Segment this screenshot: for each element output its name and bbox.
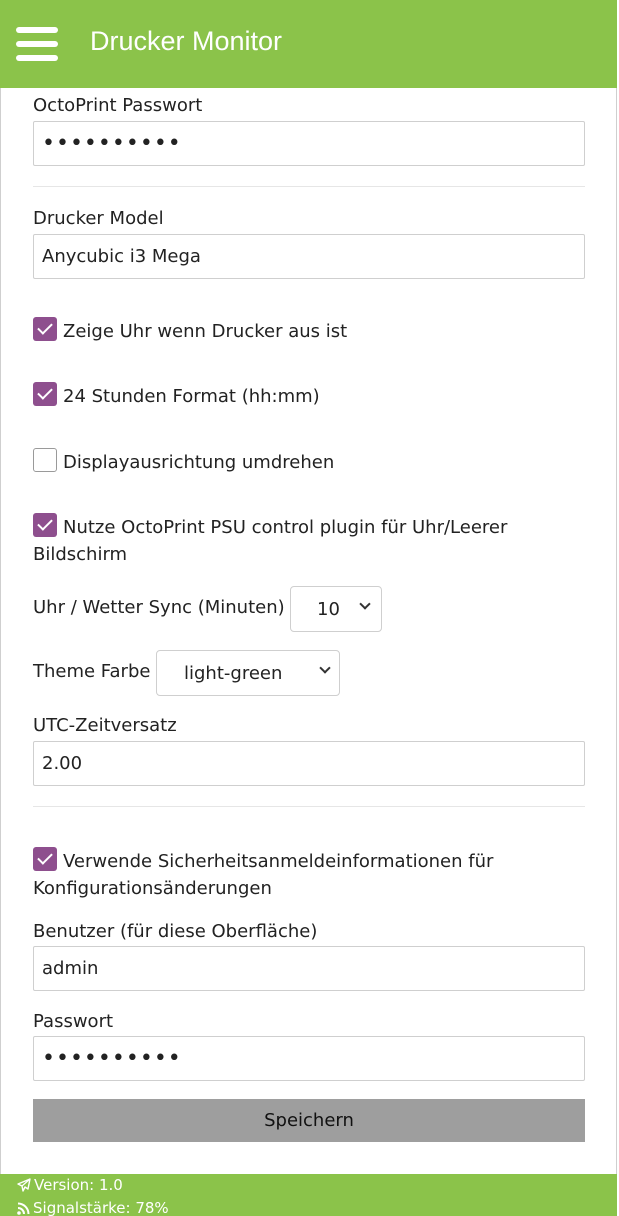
octoprint-password-label: OctoPrint Passwort [33, 95, 203, 116]
flip-display-option[interactable]: Displayausrichtung umdrehen [33, 448, 585, 476]
version-line: Version: 1.0 [17, 1176, 123, 1194]
format-24h-checkbox[interactable] [33, 382, 57, 406]
utc-offset-field[interactable] [33, 741, 585, 786]
security-option[interactable]: Verwende Sicherheitsanmeldeinformationen… [33, 847, 585, 902]
show-clock-option[interactable]: Zeige Uhr wenn Drucker aus ist [33, 317, 585, 345]
security-label: Verwende Sicherheitsanmeldeinformationen… [33, 851, 494, 899]
octoprint-password-field[interactable] [33, 121, 585, 166]
sync-select[interactable]: 10 [290, 586, 382, 632]
user-field[interactable] [33, 946, 585, 991]
user-label: Benutzer (für diese Oberfläche) [33, 921, 318, 942]
password-field[interactable] [33, 1036, 585, 1081]
footer: Version: 1.0 Signalstärke: 78% [0, 1174, 617, 1216]
security-checkbox[interactable] [33, 847, 57, 871]
rss-signal-icon [17, 1199, 33, 1216]
sync-value: 10 [317, 599, 340, 620]
theme-value: light-green [184, 663, 283, 684]
psu-plugin-checkbox[interactable] [33, 513, 57, 537]
divider [33, 806, 585, 807]
chevron-down-icon [359, 598, 371, 610]
format-24h-label: 24 Stunden Format (hh:mm) [63, 386, 320, 407]
signal-line: Signalstärke: 78% [17, 1199, 169, 1216]
show-clock-label: Zeige Uhr wenn Drucker aus ist [63, 321, 348, 342]
format-24h-option[interactable]: 24 Stunden Format (hh:mm) [33, 382, 585, 410]
chevron-down-icon [319, 662, 331, 674]
version-text: Version: 1.0 [34, 1176, 123, 1194]
theme-select[interactable]: light-green [156, 650, 340, 696]
hamburger-menu-icon[interactable] [16, 27, 58, 61]
page-title: Drucker Monitor [90, 26, 283, 56]
flip-display-checkbox[interactable] [33, 448, 57, 472]
divider [33, 186, 585, 187]
app-header: Drucker Monitor [0, 0, 617, 88]
printer-model-field[interactable] [33, 234, 585, 279]
printer-model-label: Drucker Model [33, 208, 164, 229]
password-label: Passwort [33, 1011, 114, 1032]
flip-display-label: Displayausrichtung umdrehen [63, 452, 335, 473]
signal-text: Signalstärke: 78% [33, 1199, 169, 1216]
theme-label: Theme Farbe [33, 661, 151, 682]
sync-label: Uhr / Wetter Sync (Minuten) [33, 597, 285, 618]
show-clock-checkbox[interactable] [33, 317, 57, 341]
utc-label: UTC-Zeitversatz [33, 715, 177, 736]
psu-plugin-label: Nutze OctoPrint PSU control plugin für U… [33, 517, 508, 565]
save-button[interactable]: Speichern [33, 1099, 585, 1142]
paper-plane-icon [17, 1176, 34, 1194]
psu-plugin-option[interactable]: Nutze OctoPrint PSU control plugin für U… [33, 513, 585, 568]
